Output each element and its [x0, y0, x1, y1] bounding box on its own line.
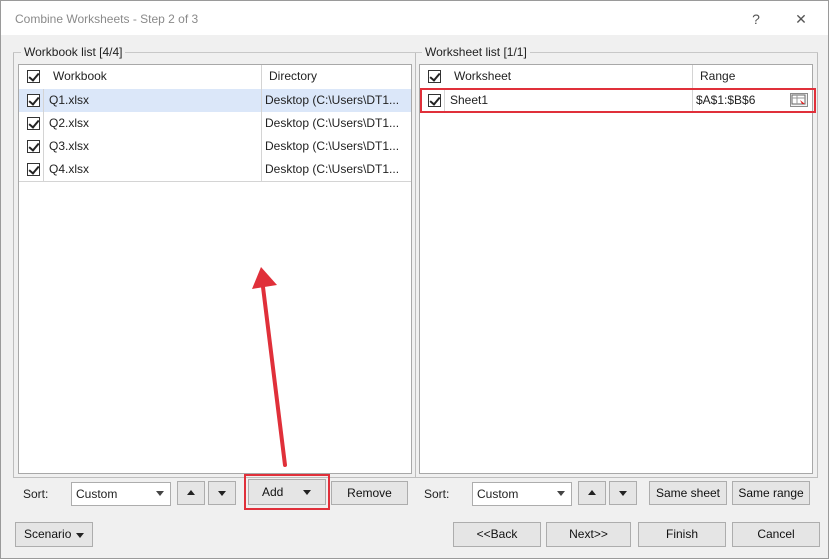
- workbook-directory: Desktop (C:\Users\DT1...: [265, 139, 400, 153]
- workbook-name: Q2.xlsx: [49, 116, 90, 130]
- next-button[interactable]: Next>>: [546, 522, 631, 547]
- workbook-checkbox[interactable]: [27, 94, 40, 107]
- cancel-button[interactable]: Cancel: [732, 522, 820, 547]
- workbook-list-title: Workbook list [4/4]: [21, 45, 126, 59]
- remove-button[interactable]: Remove: [331, 481, 408, 505]
- dropdown-arrow-icon: [76, 532, 84, 538]
- arrow-down-icon: [218, 491, 226, 496]
- title-bar: Combine Worksheets - Step 2 of 3 ? ✕: [1, 1, 828, 35]
- scenario-button[interactable]: Scenario: [15, 522, 93, 547]
- workbook-directory: Desktop (C:\Users\DT1...: [265, 93, 400, 107]
- workbook-directory: Desktop (C:\Users\DT1...: [265, 162, 400, 176]
- arrow-down-icon: [619, 491, 627, 496]
- close-button[interactable]: ✕: [787, 7, 815, 31]
- workbook-move-up-button[interactable]: [177, 481, 205, 505]
- worksheet-list[interactable]: Worksheet Range Sheet1 $A$1:$B$6: [419, 64, 813, 474]
- workbook-name: Q1.xlsx: [49, 93, 90, 107]
- workbook-directory: Desktop (C:\Users\DT1...: [265, 116, 400, 130]
- workbook-list-header: Workbook Directory: [19, 65, 411, 90]
- combine-worksheets-dialog: Combine Worksheets - Step 2 of 3 ? ✕ Wor…: [0, 0, 829, 559]
- workbook-row[interactable]: Q1.xlsx Desktop (C:\Users\DT1...: [19, 89, 411, 113]
- scenario-button-label: Scenario: [24, 527, 72, 541]
- workbook-name: Q3.xlsx: [49, 139, 90, 153]
- finish-button[interactable]: Finish: [638, 522, 726, 547]
- workbook-name: Q4.xlsx: [49, 162, 90, 176]
- arrow-up-icon: [588, 490, 596, 495]
- workbook-sort-label: Sort:: [23, 487, 49, 501]
- workbook-row[interactable]: Q2.xlsx Desktop (C:\Users\DT1...: [19, 112, 411, 136]
- chevron-down-icon: [156, 491, 164, 496]
- column-header-directory[interactable]: Directory: [269, 65, 317, 89]
- worksheet-list-header: Worksheet Range: [420, 65, 812, 90]
- annotation-arrow-icon: [252, 267, 287, 467]
- back-button[interactable]: <<Back: [453, 522, 541, 547]
- workbook-checkbox[interactable]: [27, 117, 40, 130]
- workbook-sort-value: Custom: [76, 487, 118, 501]
- worksheet-move-up-button[interactable]: [578, 481, 606, 505]
- highlight-add-button: [244, 474, 330, 510]
- same-sheet-button[interactable]: Same sheet: [649, 481, 727, 505]
- workbook-checkbox[interactable]: [27, 140, 40, 153]
- workbook-checkbox[interactable]: [27, 163, 40, 176]
- worksheet-sort-label: Sort:: [424, 487, 450, 501]
- column-header-range[interactable]: Range: [700, 65, 735, 89]
- select-all-workbooks-checkbox[interactable]: [27, 70, 40, 83]
- chevron-down-icon: [557, 491, 565, 496]
- highlight-worksheet-row: [420, 88, 816, 113]
- worksheet-sort-select[interactable]: Custom: [472, 482, 572, 506]
- workbook-sort-select[interactable]: Custom: [71, 482, 171, 506]
- same-range-button[interactable]: Same range: [732, 481, 810, 505]
- worksheet-move-down-button[interactable]: [609, 481, 637, 505]
- workbook-list[interactable]: Workbook Directory Q1.xlsx Desktop (C:\U…: [18, 64, 412, 474]
- workbook-row[interactable]: Q4.xlsx Desktop (C:\Users\DT1...: [19, 158, 411, 182]
- worksheet-sort-value: Custom: [477, 487, 519, 501]
- help-button[interactable]: ?: [742, 7, 770, 31]
- column-header-workbook[interactable]: Workbook: [53, 65, 107, 89]
- column-header-worksheet[interactable]: Worksheet: [454, 65, 511, 89]
- select-all-worksheets-checkbox[interactable]: [428, 70, 441, 83]
- workbook-row[interactable]: Q3.xlsx Desktop (C:\Users\DT1...: [19, 135, 411, 159]
- dialog-title: Combine Worksheets - Step 2 of 3: [15, 12, 199, 26]
- arrow-up-icon: [187, 490, 195, 495]
- worksheet-list-title: Worksheet list [1/1]: [422, 45, 530, 59]
- workbook-move-down-button[interactable]: [208, 481, 236, 505]
